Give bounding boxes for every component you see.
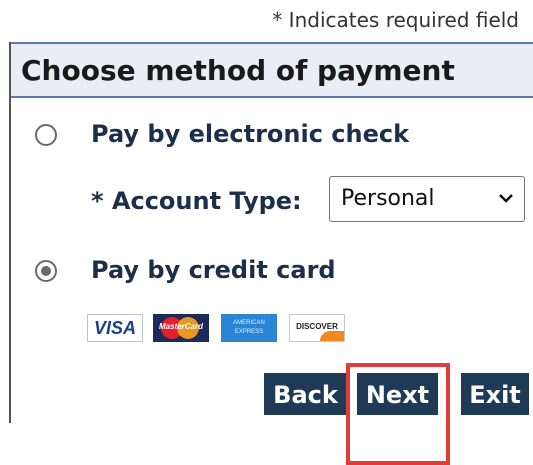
mastercard-icon: MasterCard <box>153 314 209 342</box>
amex-text: AMERICAN EXPRESS <box>233 320 265 335</box>
panel-header: Choose method of payment <box>11 42 533 98</box>
electronic-check-label[interactable]: Pay by electronic check <box>91 120 409 148</box>
visa-text: VISA <box>93 318 136 338</box>
back-button[interactable]: Back <box>264 373 347 415</box>
amex-card-icon: AMERICAN EXPRESS <box>221 314 277 342</box>
mastercard-text: MasterCard <box>158 322 203 331</box>
account-type-label: * Account Type: <box>91 187 302 215</box>
account-type-select[interactable]: Personal <box>329 176 525 222</box>
credit-card-radio[interactable] <box>35 260 57 282</box>
panel-title: Choose method of payment <box>21 54 455 87</box>
chevron-down-icon <box>499 194 513 203</box>
payment-method-panel: Choose method of payment Pay by electron… <box>9 42 533 465</box>
electronic-check-radio[interactable] <box>35 124 57 146</box>
visa-card-icon: VISA <box>87 314 143 342</box>
required-field-note: * Indicates required field <box>272 8 519 32</box>
discover-card-icon: DISCOVER <box>289 314 345 342</box>
discover-text: DISCOVER <box>296 322 338 331</box>
account-type-value: Personal <box>341 186 435 211</box>
credit-card-label[interactable]: Pay by credit card <box>91 256 336 284</box>
exit-button[interactable]: Exit <box>461 373 529 415</box>
next-button-highlight <box>346 363 450 465</box>
